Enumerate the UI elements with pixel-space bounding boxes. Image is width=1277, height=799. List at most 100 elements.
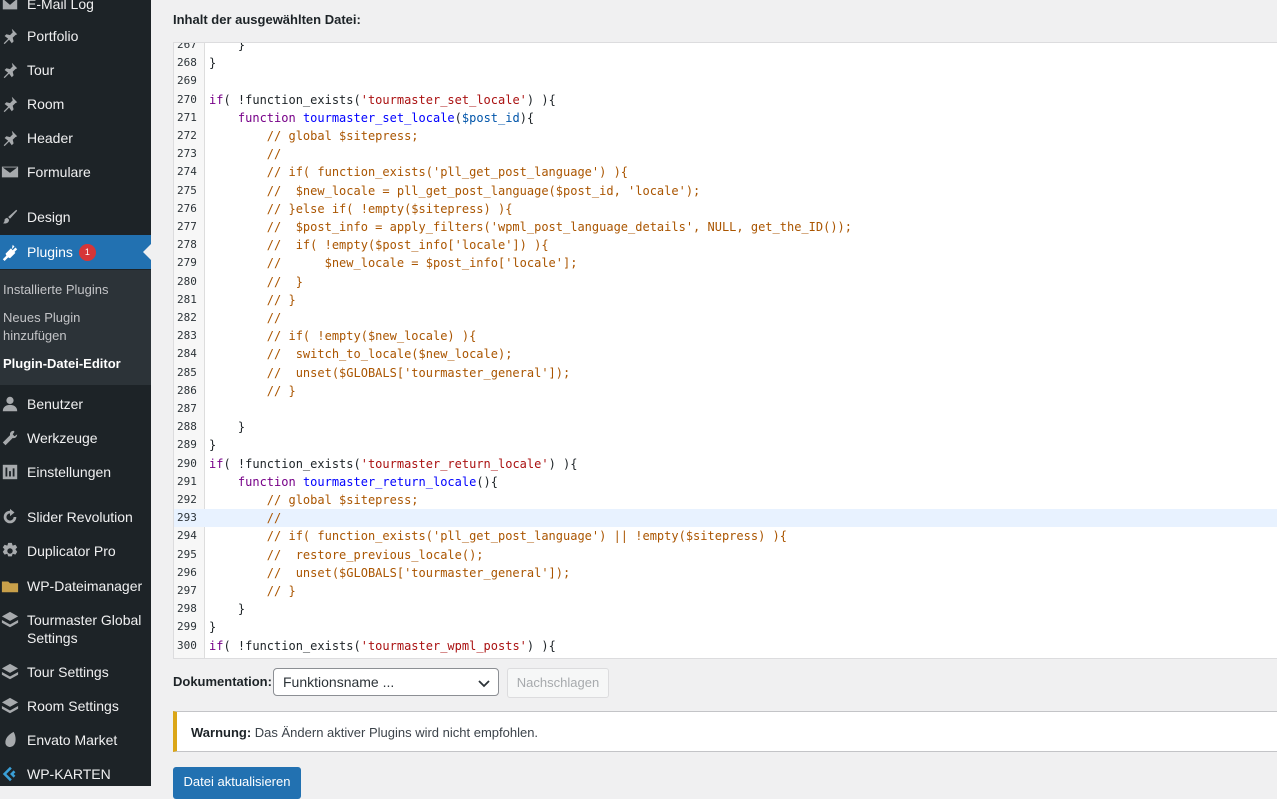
code-line[interactable]: 282 // xyxy=(174,309,1277,327)
menu-item-header[interactable]: Header xyxy=(0,129,151,147)
code-line[interactable]: 276 // }else if( !empty($sitepress) ){ xyxy=(174,200,1277,218)
code-line[interactable]: 275 // $new_locale = pll_get_post_langua… xyxy=(174,182,1277,200)
menu-item-room[interactable]: Room xyxy=(0,95,151,113)
code-line[interactable]: 274 // if( function_exists('pll_get_post… xyxy=(174,163,1277,181)
line-number: 277 xyxy=(177,220,197,233)
refresh-icon xyxy=(1,508,19,526)
code-line[interactable]: 273 // xyxy=(174,145,1277,163)
code-text: // xyxy=(266,511,282,526)
menu-item-slider-revolution[interactable]: Slider Revolution xyxy=(0,508,151,526)
code-text: // if( !empty($new_locale) ){ xyxy=(266,329,477,344)
code-line[interactable]: 288 } xyxy=(174,418,1277,436)
line-number: 271 xyxy=(177,110,197,124)
menu-item-design[interactable]: Design xyxy=(0,208,151,226)
line-number: 284 xyxy=(177,347,197,361)
code-line[interactable]: 272 // global $sitepress; xyxy=(174,127,1277,145)
line-number: 288 xyxy=(177,420,197,434)
submenu-add-new-plugin[interactable]: Neues Plugin hinzufügen xyxy=(3,309,103,345)
code-line[interactable]: 297 // } xyxy=(174,582,1277,600)
envato-icon xyxy=(1,731,19,749)
layers-icon xyxy=(1,663,19,681)
menu-item-wp-karten[interactable]: WP-KARTEN xyxy=(0,765,151,783)
menu-label: Slider Revolution xyxy=(27,509,133,525)
menu-item-tour[interactable]: Tour xyxy=(0,61,151,79)
code-line[interactable]: 270 if( !function_exists('tourmaster_set_… xyxy=(174,91,1277,109)
line-number: 278 xyxy=(177,238,197,252)
notice-text: Warnung: Das Ändern aktiver Plugins wird… xyxy=(191,725,538,740)
code-line[interactable]: 289} xyxy=(174,436,1277,454)
plugins-submenu: Installierte Plugins Neues Plugin hinzuf… xyxy=(0,270,151,385)
code-line[interactable]: 271 function tourmaster_set_locale($post… xyxy=(174,109,1277,127)
menu-label: Formulare xyxy=(27,164,91,180)
code-line[interactable]: 292 // global $sitepress; xyxy=(174,491,1277,509)
code-text: // $post_info = apply_filters('wpml_post… xyxy=(266,220,852,234)
code-line[interactable]: 299} xyxy=(174,618,1277,636)
code-line[interactable]: 278 // if( !empty($post_info['locale']) … xyxy=(174,236,1277,254)
menu-item-tour-settings[interactable]: Tour Settings xyxy=(0,663,151,681)
code-line[interactable]: 279 // $new_locale = $post_info['locale'… xyxy=(174,254,1277,272)
code-line[interactable]: 298 } xyxy=(174,600,1277,618)
menu-label: Tour xyxy=(27,62,55,78)
code-line[interactable]: 283 // if( !empty($new_locale) ){ xyxy=(174,327,1277,345)
code-line[interactable]: 285 // unset($GLOBALS['tourmaster_genera… xyxy=(174,364,1277,382)
menu-label: Einstellungen xyxy=(27,464,112,480)
code-line[interactable]: 280 // } xyxy=(174,273,1277,291)
code-text: // restore_previous_locale(); xyxy=(266,547,484,562)
map-icon xyxy=(1,765,19,783)
menu-item-plugins[interactable]: Plugins 1 xyxy=(0,235,151,269)
code-line[interactable]: 277 // $post_info = apply_filters('wpml_… xyxy=(174,218,1277,236)
menu-item-werkzeuge[interactable]: Werkzeuge xyxy=(0,429,151,447)
code-line[interactable]: 290 if( !function_exists('tourmaster_retu… xyxy=(174,455,1277,473)
submenu-installed-plugins[interactable]: Installierte Plugins xyxy=(3,281,109,299)
line-number: 285 xyxy=(177,365,197,379)
code-text: // switch_to_locale($new_locale); xyxy=(266,347,513,362)
submenu-plugin-file-editor[interactable]: Plugin-Datei-Editor xyxy=(3,355,121,373)
code-line[interactable]: 267 } xyxy=(174,43,1277,54)
menu-label: Portfolio xyxy=(27,28,79,44)
menu-label: Werkzeuge xyxy=(27,430,98,446)
lookup-button[interactable]: Nachschlagen xyxy=(507,668,609,698)
code-line[interactable]: 296 // unset($GLOBALS['tourmaster_genera… xyxy=(174,564,1277,582)
line-number: 286 xyxy=(177,383,197,397)
code-text: // unset($GLOBALS['tourmaster_general'])… xyxy=(266,365,571,380)
menu-item-email-log[interactable]: E-Mail Log xyxy=(0,0,151,13)
menu-item-benutzer[interactable]: Benutzer xyxy=(0,395,151,413)
code-text: } xyxy=(209,420,246,435)
line-number: 300 xyxy=(177,638,197,652)
menu-item-portfolio[interactable]: Portfolio xyxy=(0,27,151,45)
code-line[interactable]: 293 // xyxy=(174,509,1277,528)
update-file-button[interactable]: Datei aktualisieren xyxy=(173,767,301,799)
menu-label: Tourmaster Global Settings xyxy=(27,612,142,646)
code-line[interactable]: 287 xyxy=(174,400,1277,418)
update-count-badge: 1 xyxy=(78,243,96,261)
function-name-select[interactable]: Funktionsname ... xyxy=(273,668,499,696)
menu-item-formulare[interactable]: Formulare xyxy=(0,163,151,181)
code-text: // if( !empty($post_info['locale']) ){ xyxy=(266,238,549,253)
code-line[interactable]: 295 // restore_previous_locale(); xyxy=(174,546,1277,564)
notice-strong: Warnung: xyxy=(191,725,252,740)
code-line[interactable]: 291 function tourmaster_return_locale(){ xyxy=(174,473,1277,491)
menu-item-room-settings[interactable]: Room Settings xyxy=(0,697,151,715)
code-editor[interactable]: 267 } 268} 269 270 if( !function_exists('tou… xyxy=(173,42,1277,659)
code-line[interactable]: 284 // switch_to_locale($new_locale); xyxy=(174,345,1277,363)
menu-item-wp-dateimanager[interactable]: WP-Dateimanager xyxy=(0,577,151,595)
code-text: // $new_locale = pll_get_post_language($… xyxy=(266,183,701,198)
menu-item-envato-market[interactable]: Envato Market xyxy=(0,731,151,749)
code-line[interactable]: 268} xyxy=(174,54,1277,72)
line-number: 291 xyxy=(177,474,197,488)
gear-icon xyxy=(1,542,19,560)
menu-item-tourmaster-global-settings[interactable]: Tourmaster Global Settings xyxy=(0,611,151,647)
line-number: 281 xyxy=(177,292,197,306)
select-value: Funktionsname ... xyxy=(283,674,395,690)
menu-item-duplicator-pro[interactable]: Duplicator Pro xyxy=(0,542,151,560)
code-line[interactable]: 281 // } xyxy=(174,291,1277,309)
code-line[interactable]: 300 if( !function_exists('tourmaster_wpml… xyxy=(174,637,1277,655)
menu-label: Room Settings xyxy=(27,698,119,714)
code-text: if( !function_exists('tourmaster_wpml_po… xyxy=(209,638,556,653)
menu-item-einstellungen[interactable]: Einstellungen xyxy=(0,463,151,481)
code-text: // xyxy=(266,147,282,162)
code-line[interactable]: 286 // } xyxy=(174,382,1277,400)
line-number: 268 xyxy=(177,56,197,70)
code-line[interactable]: 294 // if( function_exists('pll_get_post… xyxy=(174,527,1277,545)
code-line[interactable]: 269 xyxy=(174,72,1277,90)
